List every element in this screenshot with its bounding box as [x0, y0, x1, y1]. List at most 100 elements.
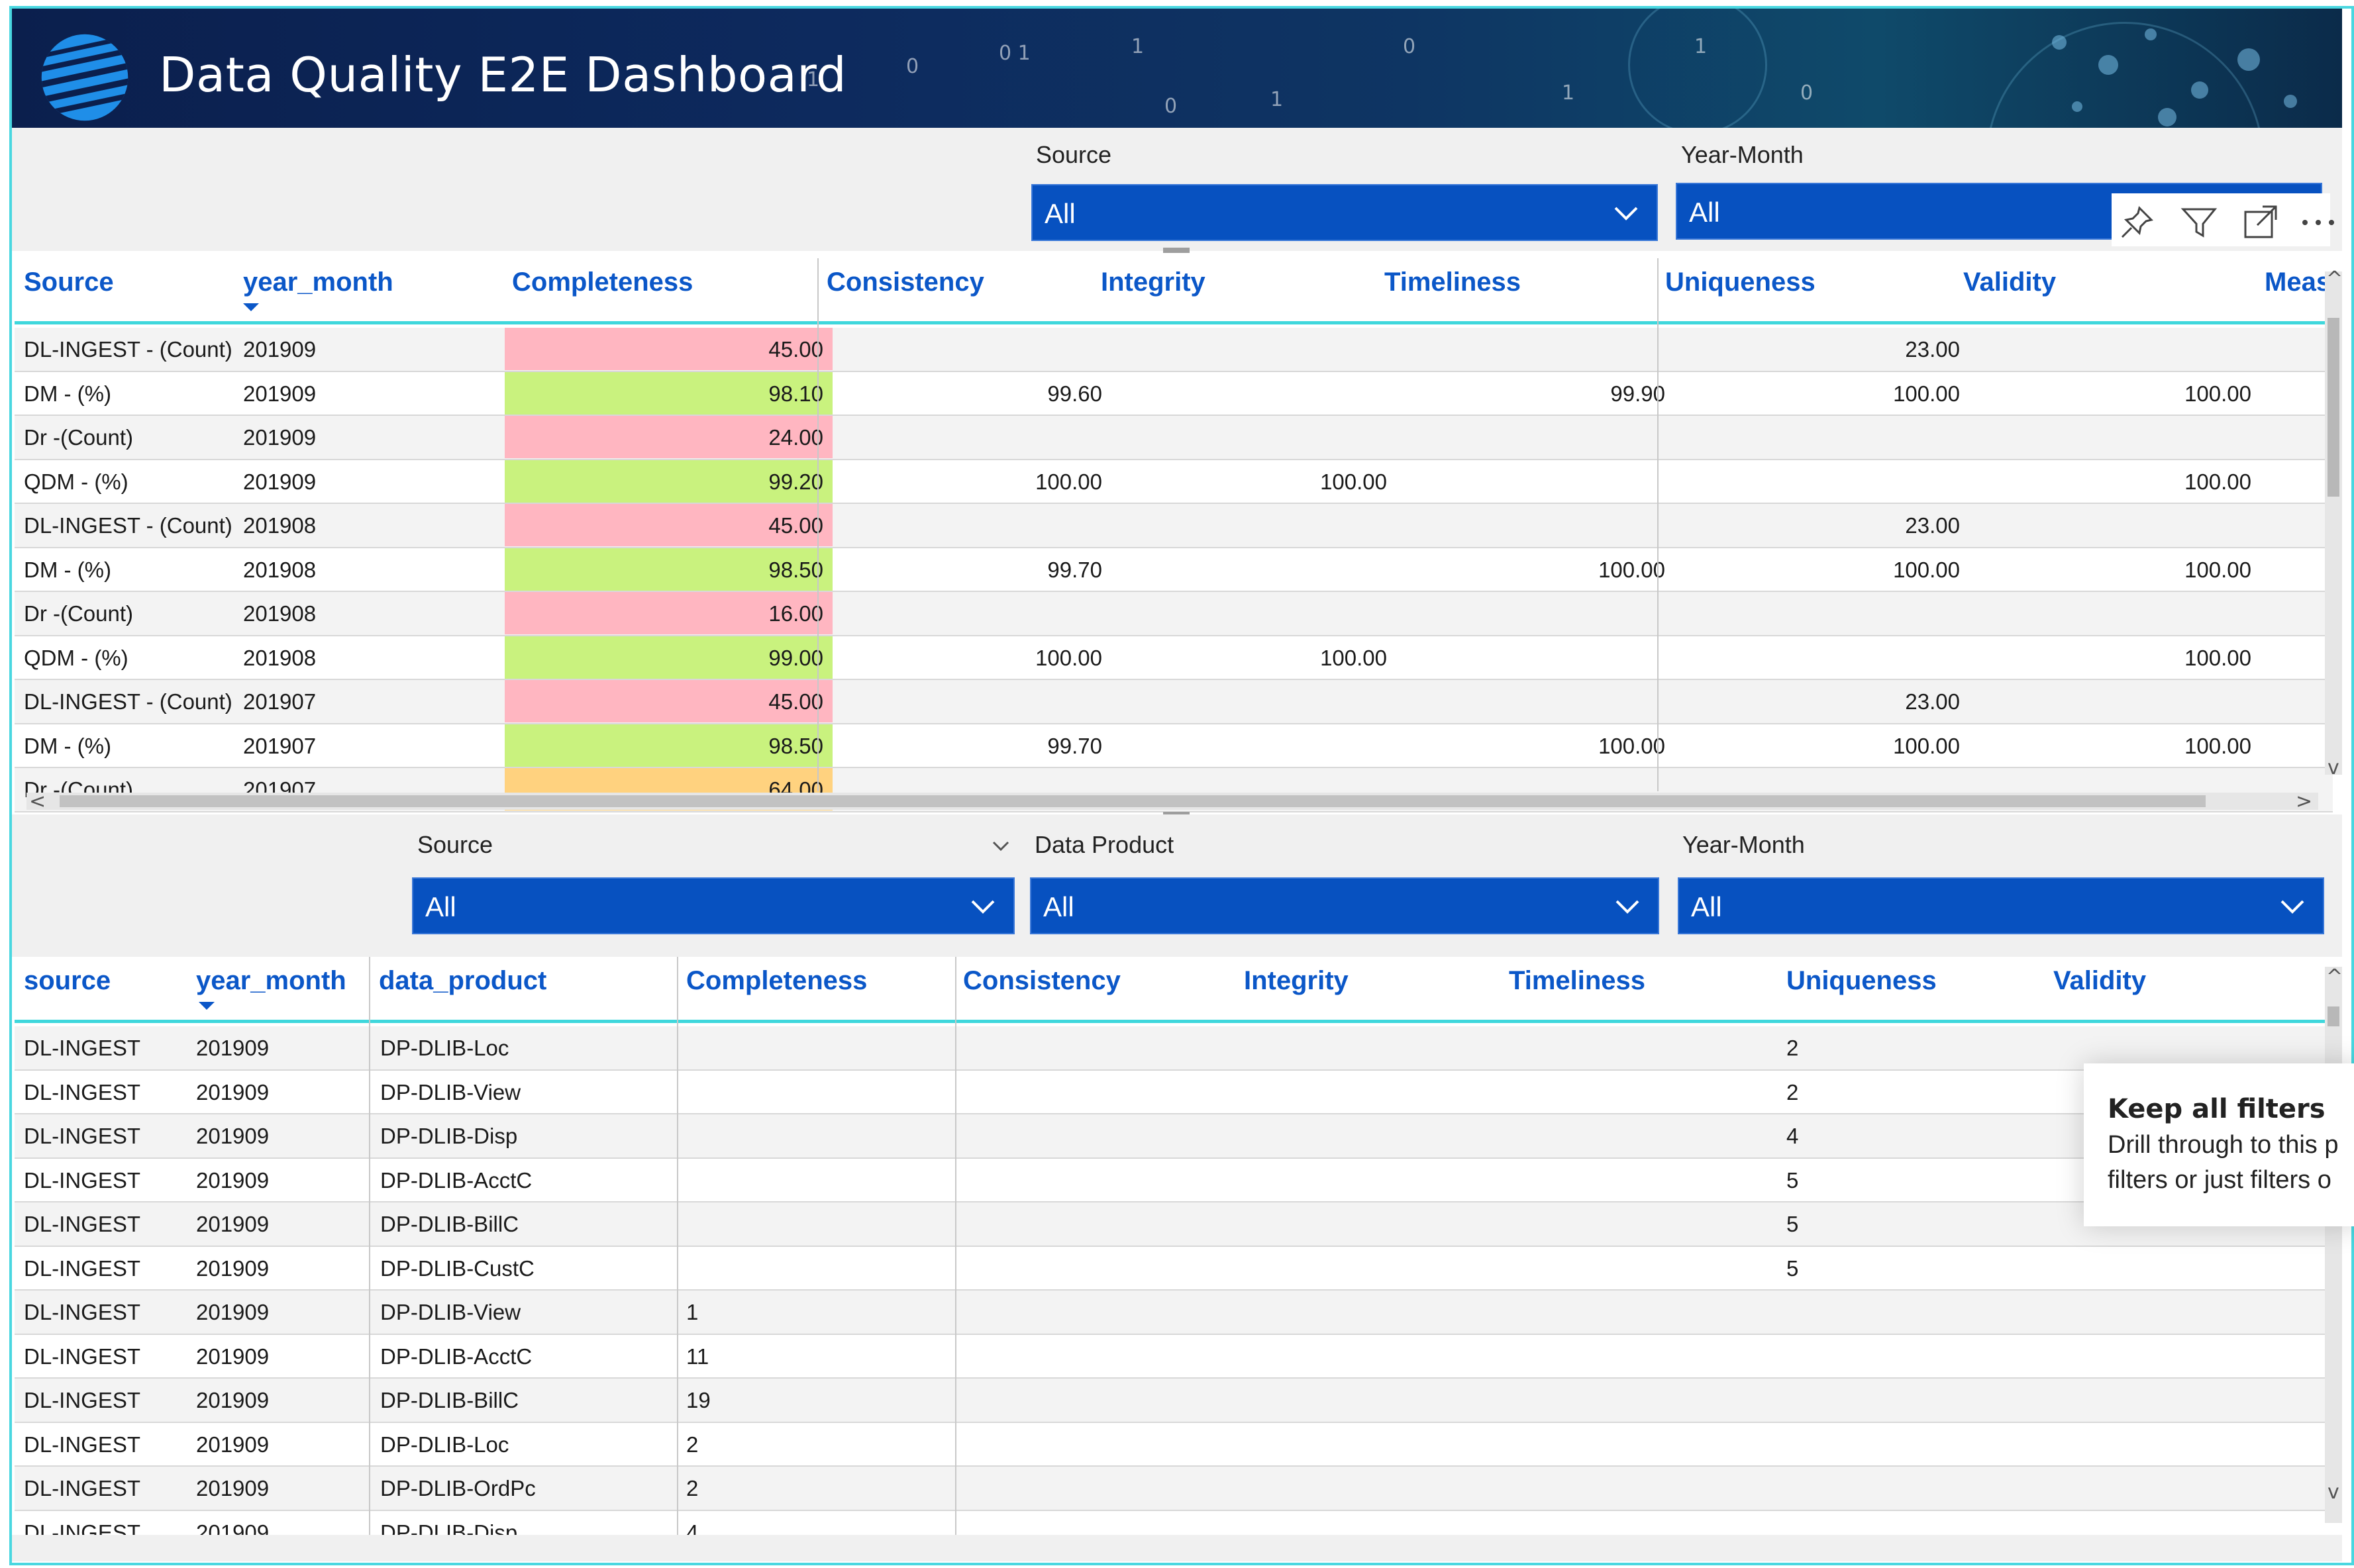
- cell-consistency: 99.70: [1047, 557, 1102, 582]
- column-header-data-product[interactable]: data_product: [379, 966, 546, 996]
- cell-validity: [1969, 328, 2261, 370]
- table-row[interactable]: DL-INGEST 201909 DP-DLIB-AcctC 5: [15, 1159, 2333, 1202]
- cell-source: DL-INGEST: [24, 1167, 141, 1193]
- cell-validity: [1969, 504, 2261, 546]
- source-slicer[interactable]: All: [1031, 184, 1658, 241]
- decorative-ring: [1986, 22, 2264, 128]
- column-header-year-month[interactable]: year_month: [196, 966, 346, 996]
- cell-consistency: [833, 504, 1111, 546]
- focus-mode-icon[interactable]: [2240, 203, 2280, 242]
- cell-completeness: 24.00: [505, 416, 833, 458]
- cell-uniqueness: 100.00: [1893, 557, 1960, 582]
- dashboard-banner: 1 0 0 1 1 0 1 0 1 1 0 Data Quality E2E D…: [12, 9, 2342, 128]
- column-header-consistency[interactable]: Consistency: [827, 268, 984, 297]
- column-header-timeliness[interactable]: Timeliness: [1509, 966, 1645, 996]
- column-header-timeliness[interactable]: Timeliness: [1384, 268, 1521, 297]
- scroll-up-icon[interactable]: ^: [2326, 268, 2343, 291]
- column-header-source[interactable]: Source: [24, 268, 114, 297]
- cell-completeness: 2: [686, 1432, 699, 1457]
- cell-source: Dr -(Count): [24, 425, 134, 450]
- column-header-integrity[interactable]: Integrity: [1244, 966, 1349, 996]
- scroll-right-icon[interactable]: >: [2296, 790, 2312, 813]
- table-row[interactable]: DL-INGEST 201909 DP-DLIB-BillC 5: [15, 1202, 2333, 1247]
- scrollbar-thumb[interactable]: [2328, 1006, 2339, 1026]
- measures-table-vertical-scrollbar[interactable]: [2325, 271, 2342, 775]
- more-options-icon[interactable]: [2298, 203, 2338, 242]
- table-row[interactable]: Dr -(Count) 201908 16.00: [15, 592, 2333, 636]
- table-row[interactable]: DL-INGEST 201909 DP-DLIB-OrdPc 2: [15, 1467, 2333, 1511]
- cell-validity: [1969, 592, 2261, 634]
- measures-table-horizontal-scrollbar[interactable]: [26, 793, 2318, 810]
- table-row[interactable]: Dr -(Count) 201909 24.00: [15, 416, 2333, 460]
- table-row[interactable]: DM - (%) 201907 98.50 99.70 100.00 100.00 100.…: [15, 724, 2333, 768]
- dashboard-title: Data Quality E2E Dashboard: [159, 47, 847, 103]
- data-product-slicer[interactable]: All: [1030, 877, 1659, 934]
- cell-uniqueness: [1786, 1467, 2051, 1509]
- source-slicer-2[interactable]: All: [412, 877, 1015, 934]
- cell-completeness: 2: [686, 1476, 699, 1500]
- column-header-validity[interactable]: Validity: [2053, 966, 2146, 996]
- column-header-integrity[interactable]: Integrity: [1101, 268, 1205, 297]
- cell-validity: 100.00: [2184, 557, 2251, 582]
- data-product-table-vertical-scrollbar[interactable]: [2325, 967, 2342, 1523]
- scrollbar-thumb[interactable]: [2328, 318, 2339, 497]
- scroll-down-icon[interactable]: v: [2328, 1481, 2339, 1504]
- scroll-up-icon[interactable]: ^: [2326, 965, 2343, 989]
- cell-completeness: 99.20: [505, 460, 833, 503]
- table-row[interactable]: DL-INGEST 201909 DP-DLIB-CustC 5: [15, 1247, 2333, 1291]
- table-row[interactable]: DL-INGEST 201909 DP-DLIB-Loc 2: [15, 1026, 2333, 1071]
- chevron-down-icon: [971, 900, 995, 914]
- cell-year-month: 201909: [196, 1300, 270, 1324]
- scroll-left-icon[interactable]: <: [29, 790, 46, 813]
- table-row[interactable]: DL-INGEST - (Count) 201907 45.00 23.00: [15, 680, 2333, 724]
- source-slicer-2-value: All: [425, 891, 456, 922]
- table-row[interactable]: QDM - (%) 201909 99.20 100.00 100.00 100.00: [15, 460, 2333, 504]
- cell-data-product: DP-DLIB-Loc: [380, 1036, 509, 1060]
- table-row[interactable]: DM - (%) 201908 98.50 99.70 100.00 100.00 100.…: [15, 548, 2333, 592]
- cell-integrity: [1111, 416, 1396, 458]
- table-row[interactable]: DM - (%) 201909 98.10 99.60 99.90 100.00 100.0…: [15, 371, 2333, 416]
- column-header-completeness[interactable]: Completeness: [686, 966, 867, 996]
- table-row[interactable]: DL-INGEST - (Count) 201909 45.00 23.00: [15, 328, 2333, 372]
- cell-year-month: 201908: [243, 513, 317, 538]
- cell-completeness: [686, 1114, 964, 1157]
- column-header-source[interactable]: source: [24, 966, 111, 996]
- cell-completeness: 16.00: [505, 592, 833, 634]
- resize-handle[interactable]: [1163, 248, 1190, 253]
- scroll-down-icon[interactable]: v: [2328, 756, 2339, 779]
- table-row[interactable]: DL-INGEST 201909 DP-DLIB-View 2: [15, 1071, 2333, 1114]
- cell-uniqueness: [1674, 592, 1969, 634]
- cell-integrity: [1111, 548, 1396, 591]
- table-row[interactable]: DL-INGEST 201909 DP-DLIB-View 1: [15, 1291, 2333, 1335]
- cell-year-month: 201907: [243, 689, 317, 714]
- cell-integrity: [1111, 592, 1396, 634]
- year-month-slicer-2[interactable]: All: [1678, 877, 2324, 934]
- cell-source: DL-INGEST: [24, 1124, 141, 1148]
- chevron-down-icon: [1614, 207, 1638, 220]
- table-row[interactable]: DL-INGEST 201909 DP-DLIB-AcctC 11: [15, 1335, 2333, 1379]
- sort-descending-icon[interactable]: [199, 1002, 215, 1010]
- table-row[interactable]: DL-INGEST 201909 DP-DLIB-Loc 2: [15, 1423, 2333, 1467]
- filter-icon[interactable]: [2179, 203, 2219, 242]
- sort-descending-icon[interactable]: [243, 303, 259, 311]
- decorative-dot: [2098, 55, 2118, 75]
- column-header-validity[interactable]: Validity: [1963, 268, 2056, 297]
- column-header-uniqueness[interactable]: Uniqueness: [1665, 268, 1816, 297]
- column-header-consistency[interactable]: Consistency: [963, 966, 1121, 996]
- table-row[interactable]: QDM - (%) 201908 99.00 100.00 100.00 100.00: [15, 636, 2333, 680]
- column-header-uniqueness[interactable]: Uniqueness: [1786, 966, 1937, 996]
- pin-icon[interactable]: [2117, 203, 2157, 242]
- table-row[interactable]: DL-INGEST 201909 DP-DLIB-BillC 19: [15, 1379, 2333, 1423]
- cell-completeness: 98.50: [505, 724, 833, 767]
- column-header-year_month[interactable]: year_month: [243, 268, 393, 297]
- table-row[interactable]: DL-INGEST - (Count) 201908 45.00 23.00: [15, 504, 2333, 548]
- cell-data-product: DP-DLIB-View: [380, 1300, 521, 1324]
- decorative-dot: [2284, 95, 2297, 108]
- scrollbar-thumb[interactable]: [60, 795, 2206, 807]
- column-header-completeness[interactable]: Completeness: [512, 268, 693, 297]
- column-header-meas[interactable]: Meas: [2265, 268, 2331, 297]
- cell-uniqueness: [1674, 636, 1969, 679]
- table-row[interactable]: DL-INGEST 201909 DP-DLIB-Disp 4: [15, 1114, 2333, 1159]
- cell-uniqueness: 23.00: [1905, 337, 1960, 362]
- chevron-down-icon[interactable]: [991, 836, 1011, 856]
